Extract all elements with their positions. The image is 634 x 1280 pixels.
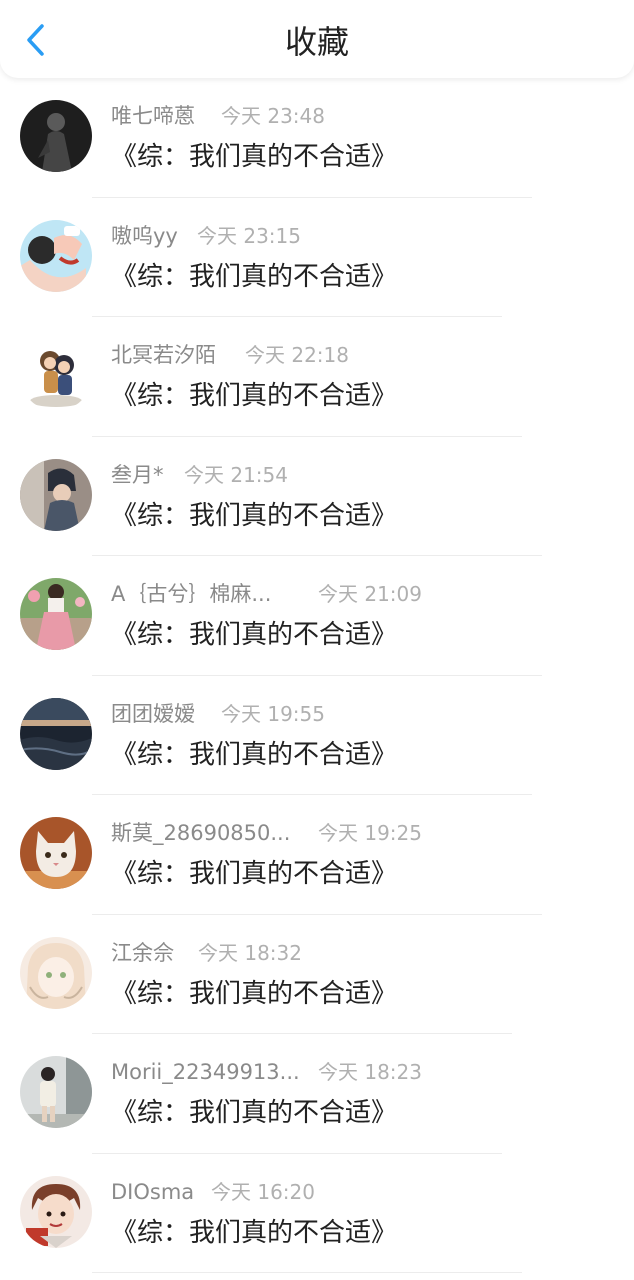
- user-name[interactable]: 斯莫_28690850...: [111, 819, 290, 847]
- list-item[interactable]: 北冥若汐陌 今天 22:18 《综：我们真的不合适》: [0, 317, 634, 437]
- avatar[interactable]: [20, 697, 92, 770]
- avatar[interactable]: [20, 936, 92, 1009]
- avatar[interactable]: [20, 817, 92, 889]
- user-name[interactable]: 江余佘: [111, 939, 174, 967]
- list-item[interactable]: 唯七啼蒽 今天 23:48 《综：我们真的不合适》: [0, 78, 634, 198]
- avatar[interactable]: [20, 100, 92, 172]
- message-text: 《综：我们真的不合适》: [111, 978, 398, 1009]
- user-name[interactable]: 唯七啼蒽: [111, 102, 195, 130]
- avatar[interactable]: [20, 1175, 92, 1248]
- divider: [92, 1272, 522, 1273]
- avatar[interactable]: [20, 578, 92, 650]
- list-item[interactable]: DIOsma 今天 16:20 《综：我们真的不合适》: [0, 1154, 634, 1273]
- message-text: 《综：我们真的不合适》: [111, 142, 398, 172]
- timestamp: 今天 23:48: [221, 104, 325, 128]
- list-item[interactable]: 嗷呜yy 今天 23:15 《综：我们真的不合适》: [0, 198, 634, 317]
- timestamp: 今天 21:09: [318, 582, 422, 606]
- user-name[interactable]: 北冥若汐陌: [111, 341, 216, 369]
- message-text: 《综：我们真的不合适》: [111, 1217, 398, 1248]
- user-name[interactable]: 嗷呜yy: [111, 222, 178, 250]
- timestamp: 今天 19:55: [221, 701, 325, 726]
- timestamp: 今天 18:32: [198, 940, 302, 965]
- list-item[interactable]: Morii_22349913... 今天 18:23 《综：我们真的不合适》: [0, 1034, 634, 1154]
- avatar[interactable]: [20, 339, 92, 411]
- message-text: 《综：我们真的不合适》: [111, 859, 398, 889]
- avatar[interactable]: [20, 219, 92, 292]
- timestamp: 今天 23:15: [197, 223, 301, 248]
- message-text: 《综：我们真的不合适》: [111, 620, 398, 650]
- timestamp: 今天 22:18: [245, 343, 349, 367]
- top-bar: 收藏: [0, 0, 634, 78]
- list-item[interactable]: 叁月* 今天 21:54 《综：我们真的不合适》: [0, 437, 634, 556]
- user-name[interactable]: DIOsma: [111, 1178, 194, 1206]
- avatar[interactable]: [20, 458, 92, 531]
- avatar[interactable]: [20, 1056, 92, 1128]
- list-item[interactable]: 团团嫒嫒 今天 19:55 《综：我们真的不合适》: [0, 676, 634, 795]
- message-text: 《综：我们真的不合适》: [111, 500, 398, 531]
- message-text: 《综：我们真的不合适》: [111, 1098, 398, 1128]
- timestamp: 今天 19:25: [318, 821, 422, 845]
- user-name[interactable]: 团团嫒嫒: [111, 700, 195, 728]
- timestamp: 今天 21:54: [184, 462, 288, 487]
- user-name[interactable]: A｛古兮｝棉麻...: [111, 580, 271, 608]
- timestamp: 今天 16:20: [211, 1179, 315, 1204]
- user-name[interactable]: 叁月*: [111, 461, 164, 489]
- list-item[interactable]: 江余佘 今天 18:32 《综：我们真的不合适》: [0, 915, 634, 1034]
- message-text: 《综：我们真的不合适》: [111, 381, 398, 411]
- message-text: 《综：我们真的不合适》: [111, 261, 398, 292]
- list-item[interactable]: A｛古兮｝棉麻... 今天 21:09 《综：我们真的不合适》: [0, 556, 634, 676]
- page-title: 收藏: [284, 23, 349, 61]
- list-item[interactable]: 斯莫_28690850... 今天 19:25 《综：我们真的不合适》: [0, 795, 634, 915]
- message-text: 《综：我们真的不合适》: [111, 739, 398, 770]
- favorites-list: 唯七啼蒽 今天 23:48 《综：我们真的不合适》 嗷呜yy 今天 23:15 …: [0, 78, 634, 1273]
- user-name[interactable]: Morii_22349913...: [111, 1058, 300, 1086]
- timestamp: 今天 18:23: [318, 1060, 422, 1084]
